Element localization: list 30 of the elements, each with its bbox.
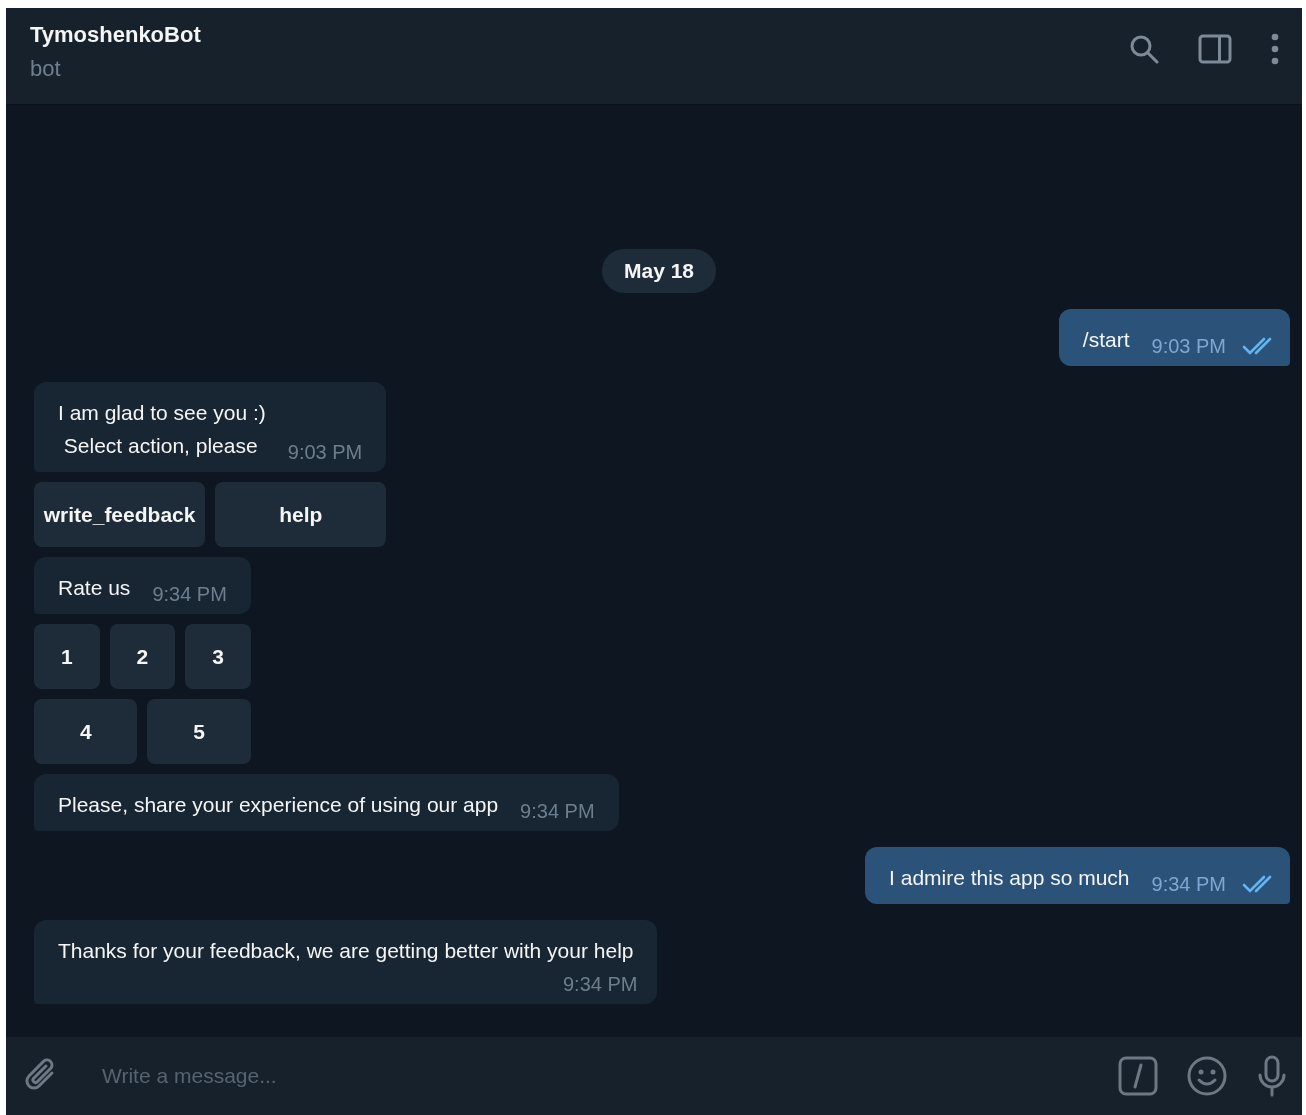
slash-command-icon[interactable] bbox=[1118, 1056, 1158, 1096]
message-time: 9:34 PM bbox=[152, 583, 227, 606]
keyboard-button[interactable]: 4 bbox=[34, 699, 138, 764]
message-time: 9:34 PM bbox=[1151, 873, 1226, 896]
sidebar-icon[interactable] bbox=[1198, 34, 1232, 64]
message-time: 9:03 PM bbox=[1151, 335, 1226, 358]
keyboard-button[interactable]: help bbox=[215, 482, 387, 547]
message-text: /start bbox=[1082, 327, 1130, 353]
message-text: Thanks for your feedback, we are getting better with your help bbox=[58, 938, 634, 964]
keyboard-button[interactable]: 3 bbox=[185, 624, 251, 689]
message-text: Please, share your experience of using our app bbox=[58, 792, 499, 818]
keyboard-button[interactable]: 2 bbox=[109, 624, 176, 689]
keyboard-button[interactable]: 1 bbox=[34, 624, 100, 689]
message-text: I am glad to see you :) Select action, please bbox=[58, 400, 266, 459]
microphone-icon[interactable] bbox=[1256, 1055, 1288, 1097]
message-input[interactable]: Write a message... bbox=[100, 1063, 1090, 1089]
keyboard-button[interactable]: 5 bbox=[147, 699, 251, 764]
message-time: 9:34 PM bbox=[563, 973, 638, 996]
search-icon[interactable] bbox=[1128, 33, 1160, 65]
message-text: Rate us bbox=[58, 575, 131, 601]
date-badge: May 18 bbox=[601, 249, 716, 293]
keyboard-button[interactable]: write_feedback bbox=[34, 482, 206, 547]
smiley-icon[interactable] bbox=[1186, 1055, 1228, 1097]
chat-subtitle: bot bbox=[30, 56, 62, 82]
message-time: 9:03 PM bbox=[287, 441, 363, 464]
message-time: 9:34 PM bbox=[520, 800, 595, 823]
chat-title: TymoshenkoBot bbox=[30, 22, 201, 48]
message-composer[interactable]: Write a message... bbox=[6, 1037, 1302, 1115]
message-text: I admire this app so much bbox=[889, 865, 1130, 891]
more-icon[interactable] bbox=[1270, 33, 1280, 65]
